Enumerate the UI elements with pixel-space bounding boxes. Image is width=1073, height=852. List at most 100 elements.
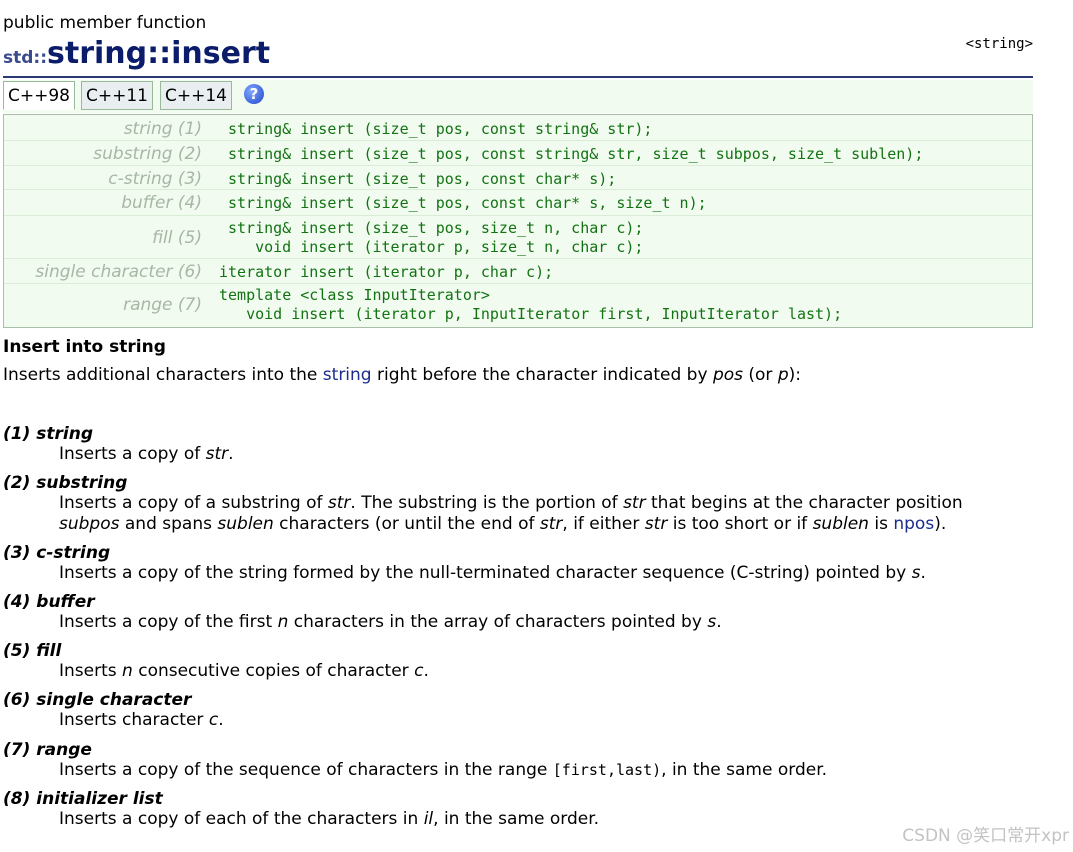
string-link[interactable]: string (323, 365, 372, 385)
code-range: [first,last) (552, 761, 662, 779)
intro-text: Inserts additional characters into the s… (3, 365, 801, 385)
text: . (228, 444, 234, 464)
param-p: p (777, 365, 789, 385)
title-class: string (47, 36, 148, 71)
text: Inserts a copy of a substring of (59, 493, 328, 513)
item-desc-7: Inserts a copy of the sequence of charac… (59, 760, 827, 781)
param: c (208, 710, 219, 730)
watermark: CSDN @笑口常开xpr (902, 826, 1069, 846)
text: consecutive copies of character (132, 661, 415, 681)
member-kind: public member function (3, 13, 207, 33)
declaration-row: string (1) string& insert (size_t pos, c… (4, 115, 1032, 141)
param: n (122, 661, 133, 681)
declaration-code: iterator insert (iterator p, char c); (219, 263, 554, 281)
item-desc-2b: subpos and spans sublen characters (or u… (59, 514, 946, 535)
intro-part: right before the character indicated by (371, 365, 713, 385)
declaration-label: string (1) (123, 119, 202, 139)
declaration-code: string& insert (size_t pos, const string… (228, 120, 653, 138)
item-title-8: (8) initializer list (3, 789, 163, 809)
item-desc-8: Inserts a copy of each of the characters… (59, 809, 599, 830)
item-title-4: (4) buffer (3, 592, 95, 612)
declaration-row: fill (5) string& insert (size_t pos, siz… (4, 215, 1032, 259)
param: str (623, 493, 646, 513)
param: sublen (812, 514, 869, 534)
item-title-7: (7) range (3, 740, 92, 760)
declaration-label: buffer (4) (121, 193, 202, 213)
declarations-box: string (1) string& insert (size_t pos, c… (3, 114, 1033, 328)
declaration-row: single character (6) iterator insert (it… (4, 258, 1032, 284)
declaration-row: range (7) template <class InputIterator>… (4, 283, 1032, 327)
title-sep: :: (147, 36, 172, 71)
text: Inserts a copy of (59, 444, 206, 464)
intro-part: (or (743, 365, 778, 385)
intro-part: ): (788, 365, 802, 385)
tab-cpp14[interactable]: C++14 (160, 81, 232, 110)
section-title: Insert into string (3, 337, 166, 357)
text: , if either (562, 514, 645, 534)
item-title-6: (6) single character (3, 690, 192, 710)
text: that begins at the character position (645, 493, 963, 513)
param: il (423, 809, 434, 829)
text: Inserts a copy of the sequence of charac… (59, 760, 553, 780)
text: . The substring is the portion of (350, 493, 624, 513)
title-member: insert (171, 36, 271, 71)
version-tabs: C++98 C++11 C++14 ? (3, 80, 1033, 113)
item-desc-1: Inserts a copy of str. (59, 444, 234, 465)
declaration-label: range (7) (123, 295, 202, 315)
declaration-code: string& insert (size_t pos, size_t n, ch… (228, 219, 644, 256)
param: n (277, 612, 289, 632)
text: Inserts a copy of the string formed by t… (59, 563, 912, 583)
param: str (205, 444, 229, 464)
tab-cpp98[interactable]: C++98 (3, 81, 75, 110)
text: . (423, 661, 429, 681)
param: str (327, 493, 351, 513)
text: Inserts a copy of the first (59, 612, 278, 632)
declaration-row: c-string (3) string& insert (size_t pos,… (4, 165, 1032, 190)
page-title: std::string::insert (3, 36, 270, 71)
text: . (920, 563, 926, 583)
text: , in the same order. (661, 760, 828, 780)
item-desc-4: Inserts a copy of the first n characters… (59, 612, 722, 633)
title-namespace: std:: (3, 48, 48, 68)
text: Inserts character (59, 710, 209, 730)
header-link[interactable]: <string> (966, 36, 1033, 52)
text: . (218, 710, 224, 730)
npos-link[interactable]: npos (893, 514, 934, 534)
tab-cpp11[interactable]: C++11 (81, 81, 153, 110)
declaration-label: c-string (3) (108, 169, 202, 189)
text: Inserts (59, 661, 123, 681)
question-mark-icon[interactable]: ? (244, 84, 264, 104)
item-desc-5: Inserts n consecutive copies of characte… (59, 661, 429, 682)
text: , in the same order. (433, 809, 600, 829)
item-title-3: (3) c-string (3, 543, 111, 563)
item-title-5: (5) fill (3, 641, 62, 661)
declaration-code: string& insert (size_t pos, const string… (228, 145, 924, 163)
item-desc-2a: Inserts a copy of a substring of str. Th… (59, 493, 963, 514)
text: Inserts a copy of each of the characters… (59, 809, 424, 829)
item-desc-3: Inserts a copy of the string formed by t… (59, 563, 926, 584)
item-desc-6: Inserts character c. (59, 710, 224, 731)
item-title-1: (1) string (3, 424, 94, 444)
declaration-code: string& insert (size_t pos, const char* … (228, 170, 617, 188)
intro-part: Inserts additional characters into the (3, 365, 323, 385)
text: and spans (119, 514, 218, 534)
text: characters in the array of characters po… (288, 612, 708, 632)
text: is (868, 514, 894, 534)
declaration-row: substring (2) string& insert (size_t pos… (4, 140, 1032, 166)
declaration-row: buffer (4) string& insert (size_t pos, c… (4, 189, 1032, 216)
declaration-label: fill (5) (152, 228, 202, 248)
item-title-2: (2) substring (3, 473, 128, 493)
param: subpos (59, 514, 120, 534)
text: is too short or if (667, 514, 813, 534)
param-pos: pos (712, 365, 743, 385)
text: characters (or until the end of (273, 514, 540, 534)
declaration-code: template <class InputIterator> void inse… (219, 286, 843, 323)
text: ). (934, 514, 947, 534)
param: str (539, 514, 563, 534)
declaration-code: string& insert (size_t pos, const char* … (228, 194, 707, 212)
declaration-label: single character (6) (35, 262, 202, 282)
text: . (716, 612, 722, 632)
param: sublen (217, 514, 274, 534)
param: str (644, 514, 668, 534)
title-divider (3, 76, 1033, 78)
